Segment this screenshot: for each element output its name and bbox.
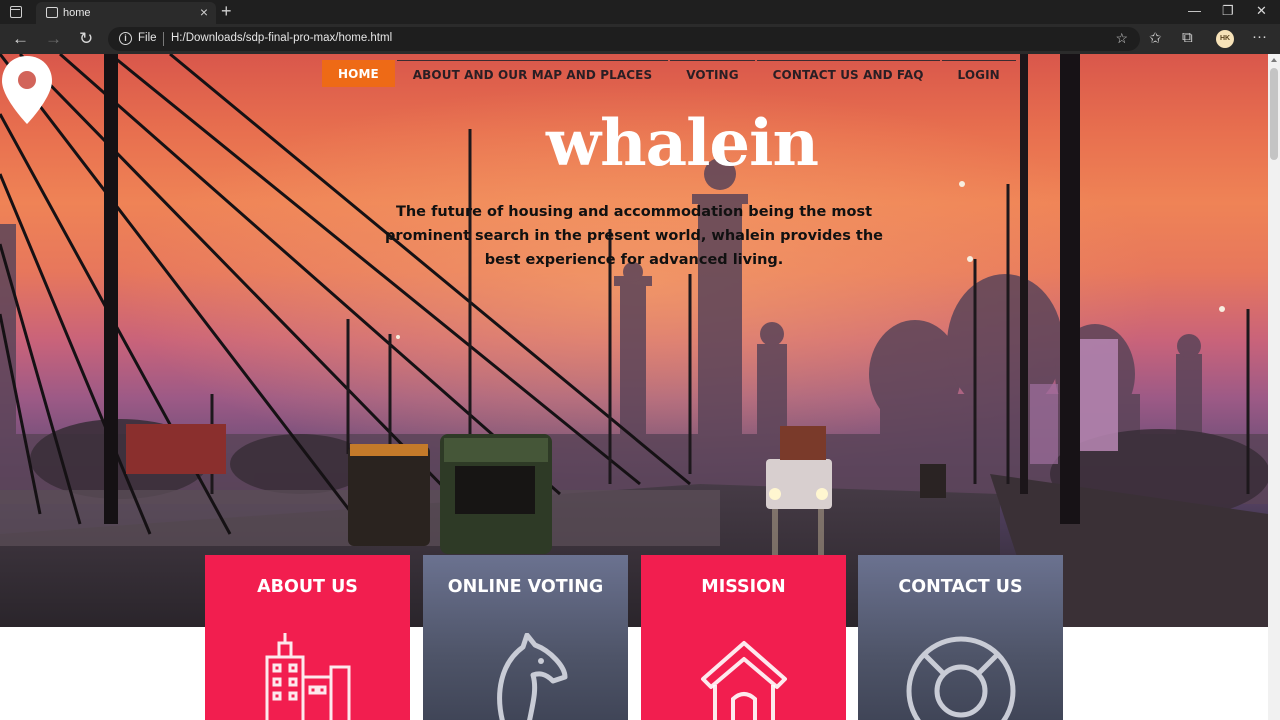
page-scrollbar[interactable]	[1268, 54, 1280, 720]
card-contact-us[interactable]: CONTACT US	[858, 555, 1063, 720]
card-online-voting[interactable]: ONLINE VOTING	[423, 555, 628, 720]
city-icon	[265, 633, 350, 720]
new-tab-button[interactable]: +	[221, 0, 232, 22]
main-nav: HOME ABOUT AND OUR MAP AND PLACES VOTING…	[322, 60, 1018, 87]
favorites-icon[interactable]: ✩	[1149, 29, 1162, 47]
browser-titlebar: home × + — ❐ ✕	[0, 0, 1280, 24]
minimize-button[interactable]: —	[1188, 3, 1201, 18]
card-title: ABOUT US	[257, 577, 358, 597]
brand-logo-text[interactable]: whalein	[546, 104, 819, 184]
add-favorite-icon[interactable]: ☆	[1115, 30, 1128, 47]
nav-about-map-places[interactable]: ABOUT AND OUR MAP AND PLACES	[396, 60, 669, 87]
profile-avatar[interactable]: HK	[1216, 30, 1234, 48]
nav-contact-faq[interactable]: CONTACT US AND FAQ	[756, 60, 940, 87]
card-about-us[interactable]: ABOUT US	[205, 555, 410, 720]
address-bar[interactable]: i File H:/Downloads/sdp-final-pro-max/ho…	[108, 27, 1140, 51]
scroll-thumb[interactable]	[1270, 68, 1278, 160]
scroll-up-arrow-icon[interactable]	[1271, 58, 1277, 62]
collections-icon[interactable]: ⧉	[1182, 29, 1193, 46]
card-mission[interactable]: MISSION	[641, 555, 846, 720]
protocol-label: File	[138, 32, 157, 44]
nav-login[interactable]: LOGIN	[941, 60, 1016, 87]
page-icon	[46, 7, 58, 18]
map-pin-icon	[2, 56, 52, 124]
browser-tab[interactable]: home ×	[36, 2, 216, 24]
forward-button[interactable]: →	[45, 29, 62, 49]
house-icon	[700, 641, 787, 720]
nav-home[interactable]: HOME	[322, 60, 395, 87]
card-title: MISSION	[701, 577, 786, 597]
page-viewport: HOME ABOUT AND OUR MAP AND PLACES VOTING…	[0, 54, 1268, 720]
site-info-icon[interactable]: i	[119, 32, 132, 45]
back-button[interactable]: ←	[12, 29, 29, 49]
close-window-button[interactable]: ✕	[1256, 3, 1267, 19]
refresh-button[interactable]: ↻	[79, 29, 93, 49]
chess-knight-icon	[496, 633, 567, 720]
restore-button[interactable]: ❐	[1222, 3, 1234, 19]
card-title: ONLINE VOTING	[447, 577, 604, 597]
hero-banner: HOME ABOUT AND OUR MAP AND PLACES VOTING…	[0, 54, 1268, 627]
browser-toolbar: ← → ↻ i File H:/Downloads/sdp-final-pro-…	[0, 24, 1280, 54]
tab-title: home	[63, 7, 91, 19]
tab-actions-icon[interactable]	[10, 6, 22, 18]
close-tab-icon[interactable]: ×	[200, 4, 208, 20]
address-separator	[163, 32, 164, 46]
hero-tagline: The future of housing and accommodation …	[385, 204, 883, 268]
url-text[interactable]: H:/Downloads/sdp-final-pro-max/home.html	[171, 32, 392, 44]
card-title: CONTACT US	[898, 577, 1023, 597]
nav-voting[interactable]: VOTING	[670, 60, 755, 87]
lifebuoy-icon	[906, 636, 1015, 720]
more-menu-icon[interactable]: ···	[1252, 28, 1267, 45]
